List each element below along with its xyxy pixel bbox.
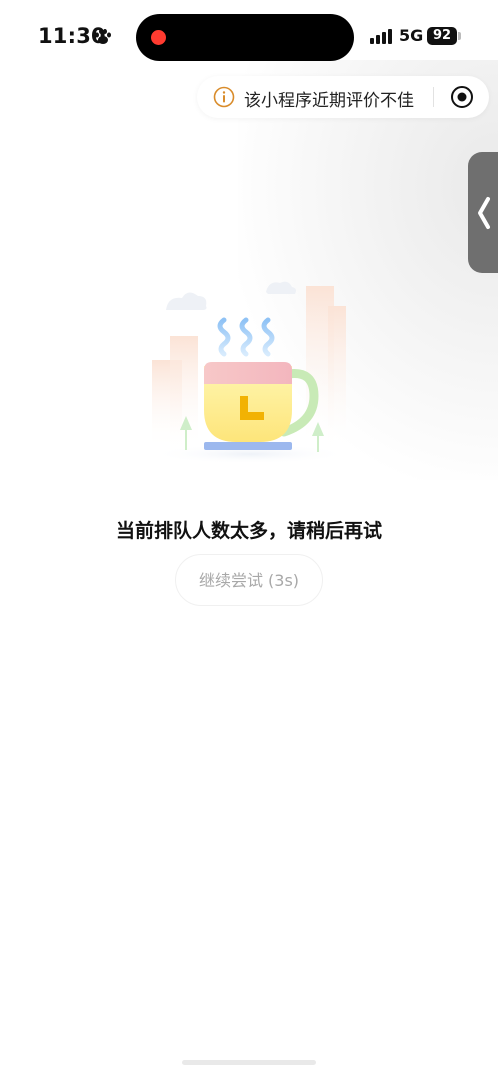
dynamic-island xyxy=(136,14,354,61)
network-type: 5G xyxy=(399,26,424,45)
review-warning-pill[interactable]: 该小程序近期评价不佳 xyxy=(197,76,489,118)
queue-message: 当前排队人数太多，请稍后再试 xyxy=(115,520,382,542)
battery-cap xyxy=(458,32,461,40)
paw-icon xyxy=(95,29,111,44)
recording-dot-icon xyxy=(151,30,166,45)
home-indicator xyxy=(182,1060,316,1065)
pill-divider xyxy=(433,87,434,107)
status-bar: 11:30 5G 92 xyxy=(0,0,498,74)
side-drawer-tab[interactable] xyxy=(468,152,498,273)
retry-button[interactable]: 继续尝试 (3s) xyxy=(175,554,323,606)
info-icon xyxy=(213,86,235,108)
signal-icon xyxy=(370,29,392,44)
battery-level: 92 xyxy=(427,27,457,45)
tea-cup-waiting-illustration xyxy=(150,281,350,464)
record-target-icon[interactable] xyxy=(450,85,474,109)
chevron-left-icon xyxy=(478,197,490,229)
review-warning-text: 该小程序近期评价不佳 xyxy=(244,91,414,111)
